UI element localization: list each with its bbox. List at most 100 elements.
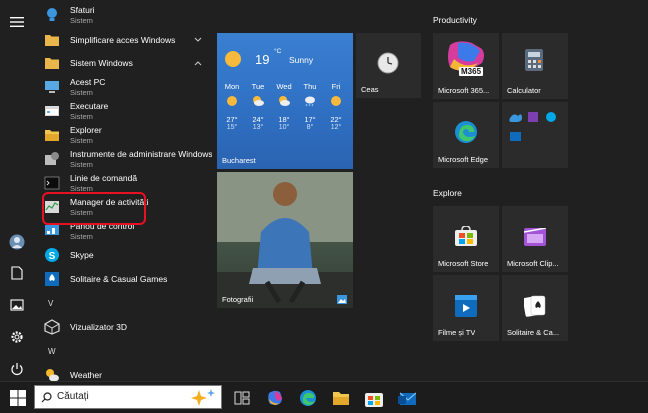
weather-city: Bucharest bbox=[222, 156, 256, 165]
search-icon bbox=[41, 392, 52, 403]
admin-tools-icon bbox=[45, 152, 59, 165]
start-button[interactable] bbox=[8, 388, 28, 408]
highlight-box bbox=[42, 192, 146, 225]
app-name: Explorer bbox=[70, 125, 102, 135]
app-item-weather[interactable]: Weather bbox=[34, 366, 212, 381]
sun-icon bbox=[225, 51, 241, 67]
app-folder-simplificare[interactable]: Simplificare acces Windows bbox=[34, 31, 212, 49]
app-sub: Sistem bbox=[70, 88, 93, 97]
weather-icon bbox=[46, 369, 59, 381]
films-tv-tile[interactable]: Filme și TV bbox=[433, 275, 499, 341]
folder-icon bbox=[45, 58, 59, 69]
office-apps-tile[interactable] bbox=[502, 102, 568, 168]
app-folder-sistem-windows[interactable]: Sistem Windows bbox=[34, 54, 212, 72]
app-item-vizualizator-3d[interactable]: Vizualizator 3D bbox=[34, 318, 212, 336]
task-view-button[interactable] bbox=[232, 388, 252, 408]
tile-label: Solitaire & Ca... bbox=[507, 328, 560, 337]
tile-label: Microsoft Store bbox=[438, 259, 489, 268]
store-icon bbox=[365, 392, 383, 407]
mail-icon bbox=[398, 392, 416, 405]
power-icon bbox=[11, 363, 23, 376]
file-explorer-taskbar-button[interactable] bbox=[331, 388, 351, 408]
films-tv-icon bbox=[455, 295, 477, 317]
sun-icon bbox=[227, 96, 237, 106]
edge-icon bbox=[455, 121, 477, 143]
user-avatar-icon bbox=[9, 234, 25, 250]
hamburger-icon bbox=[10, 17, 24, 27]
letter-header[interactable]: V bbox=[48, 299, 53, 308]
skype-icon: S bbox=[45, 248, 59, 262]
app-name: Simplificare acces Windows bbox=[70, 35, 176, 45]
edge-taskbar-button[interactable] bbox=[298, 388, 318, 408]
app-name: Executare bbox=[70, 101, 109, 111]
weather-temp: 19 bbox=[255, 52, 270, 67]
photo-image bbox=[217, 172, 353, 308]
app-name: Sfaturi bbox=[70, 5, 95, 15]
copilot-button[interactable] bbox=[265, 388, 285, 408]
m365-tile[interactable]: M365 Microsoft 365... bbox=[433, 33, 499, 99]
search-box[interactable]: Căutați bbox=[34, 385, 222, 409]
app-sub: Sistem bbox=[70, 112, 93, 121]
group-title[interactable]: Productivity bbox=[433, 15, 477, 25]
control-panel-icon bbox=[45, 225, 59, 235]
edge-tile[interactable]: Microsoft Edge bbox=[433, 102, 499, 168]
tile-label: Microsoft Edge bbox=[438, 155, 489, 164]
copilot-icon bbox=[268, 390, 282, 405]
forecast-day: Wed 18° 10° bbox=[276, 82, 292, 131]
app-item-explorer[interactable]: Explorer Sistem bbox=[34, 124, 212, 146]
task-view-icon bbox=[234, 391, 250, 405]
outlook-taskbar-button[interactable] bbox=[397, 388, 417, 408]
3d-viewer-icon bbox=[44, 319, 60, 335]
tile-label: Fotografii bbox=[222, 295, 254, 304]
tips-icon bbox=[47, 8, 57, 21]
clipchamp-icon bbox=[524, 228, 546, 246]
calculator-tile[interactable]: Calculator bbox=[502, 33, 568, 99]
solitaire-cards-icon bbox=[524, 295, 546, 317]
app-item-skype[interactable]: S Skype bbox=[34, 246, 212, 264]
partly-cloudy-icon bbox=[253, 96, 264, 106]
store-tile[interactable]: Microsoft Store bbox=[433, 206, 499, 272]
user-button[interactable] bbox=[5, 230, 29, 254]
forecast-day: Tue 24° 13° bbox=[251, 82, 265, 131]
app-sub: Sistem bbox=[70, 16, 93, 25]
gear-icon bbox=[11, 331, 23, 343]
store-taskbar-button[interactable] bbox=[364, 388, 384, 408]
photos-tile[interactable]: Fotografii bbox=[217, 172, 353, 308]
app-item-linie-de-comanda[interactable]: Linie de comandă Sistem bbox=[34, 172, 212, 194]
pictures-button[interactable] bbox=[5, 293, 29, 317]
hamburger-menu-button[interactable] bbox=[5, 10, 29, 34]
explorer-icon bbox=[45, 130, 59, 141]
app-item-executare[interactable]: Executare Sistem bbox=[34, 100, 212, 122]
solitaire-tile[interactable]: Solitaire & Ca... bbox=[502, 275, 568, 341]
svg-text:S: S bbox=[49, 251, 56, 262]
app-item-acest-pc[interactable]: Acest PC Sistem bbox=[34, 76, 212, 98]
settings-button[interactable] bbox=[5, 325, 29, 349]
clock-tile[interactable]: Ceas bbox=[356, 33, 421, 98]
forecast-day: Fri 22° 12° bbox=[330, 82, 342, 131]
app-name: Instrumente de administrare Windows bbox=[70, 149, 212, 159]
group-title[interactable]: Explore bbox=[433, 188, 462, 198]
tile-label: Filme și TV bbox=[438, 328, 476, 337]
clipchamp-tile[interactable]: Microsoft Clip... bbox=[502, 206, 568, 272]
store-icon bbox=[455, 226, 477, 246]
office-apps-icon bbox=[509, 112, 556, 141]
letter-header[interactable]: W bbox=[48, 347, 56, 356]
app-item-solitaire[interactable]: Solitaire & Casual Games bbox=[34, 270, 212, 288]
power-button[interactable] bbox=[5, 357, 29, 381]
calculator-icon bbox=[525, 49, 543, 71]
app-name: Weather bbox=[70, 370, 102, 380]
app-item-instrumente[interactable]: Instrumente de administrare Windows Sist… bbox=[34, 148, 212, 170]
weather-unit: °C bbox=[274, 48, 282, 55]
chevron-down-icon bbox=[194, 37, 202, 42]
weather-tile[interactable]: 19 °C Sunny Mon 27° 15° Tue 24° 13° Wed … bbox=[217, 33, 353, 169]
start-menu: Sfaturi Sistem Simplificare acces Window… bbox=[0, 0, 648, 381]
folder-icon bbox=[45, 35, 59, 46]
app-name: Vizualizator 3D bbox=[70, 322, 128, 332]
run-icon bbox=[45, 106, 59, 116]
app-sub: Sistem bbox=[70, 136, 93, 145]
app-item-sfaturi[interactable]: Sfaturi Sistem bbox=[34, 4, 212, 26]
cmd-icon bbox=[44, 176, 60, 190]
documents-button[interactable] bbox=[5, 261, 29, 285]
partly-cloudy-icon bbox=[279, 96, 290, 106]
weather-condition: Sunny bbox=[289, 55, 314, 65]
